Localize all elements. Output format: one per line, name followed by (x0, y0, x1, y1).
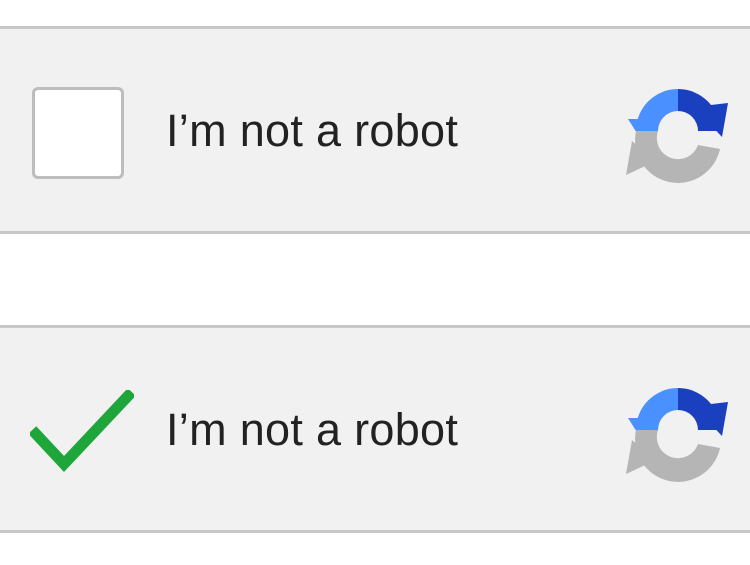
captcha-label: I’m not a robot (166, 105, 459, 156)
robot-checkbox[interactable] (32, 87, 124, 179)
checkmark-icon[interactable] (30, 390, 134, 474)
captcha-widget-checked: I’m not a robot (0, 325, 750, 533)
recaptcha-logo-icon (626, 89, 728, 183)
captcha-demo: I’m not a robot I’m not a robot (0, 0, 750, 565)
captcha-widget-unchecked: I’m not a robot (0, 26, 750, 234)
captcha-label: I’m not a robot (166, 404, 459, 455)
recaptcha-logo-icon (626, 388, 728, 482)
